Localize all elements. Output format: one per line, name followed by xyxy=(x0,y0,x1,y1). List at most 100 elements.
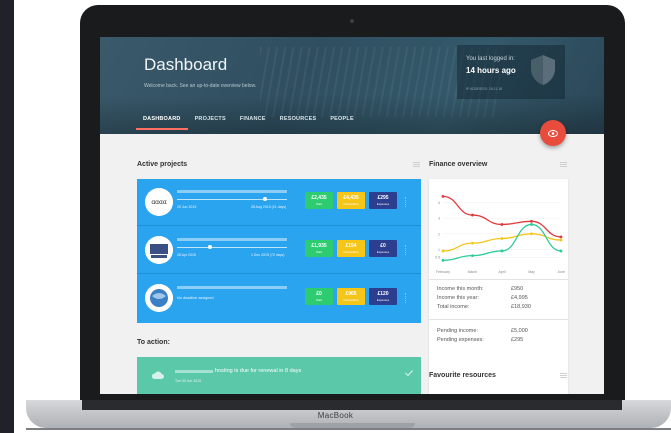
project-row[interactable]: 28 Apr 2015 1 Dec 2015 (72 days) £1,935 P… xyxy=(137,227,421,274)
series-point-0[interactable] xyxy=(471,213,474,217)
project-row[interactable]: ɑɑɑɑ 25 Jun 2015 28 Aug 2015 (21 days) £… xyxy=(137,179,421,226)
x-tick-label: June xyxy=(557,270,565,274)
project-end-date: 28 Aug 2015 (21 days) xyxy=(251,205,287,209)
row-menu-icon[interactable] xyxy=(405,245,409,255)
pending-income-value: £5,000 xyxy=(511,328,528,334)
series-line-2 xyxy=(442,223,562,261)
logo-image: ɑɑɑɑ xyxy=(145,188,173,216)
favourite-resources-card xyxy=(429,389,568,394)
tab-dashboard[interactable]: DASHBOARD xyxy=(136,116,188,130)
pending-expenses-value: £295 xyxy=(511,337,524,343)
expenses-badge: £295 Expenses xyxy=(369,192,397,209)
series-point-2[interactable] xyxy=(530,223,533,226)
eye-icon xyxy=(548,129,558,137)
divider xyxy=(429,279,568,280)
row-menu-icon[interactable] xyxy=(405,197,409,207)
x-tick-label: March xyxy=(468,270,478,274)
tab-projects[interactable]: PROJECTS xyxy=(188,116,233,130)
outstanding-badge: £965 Outstanding xyxy=(337,288,365,305)
y-tick-label: 2 xyxy=(438,232,440,236)
series-point-2[interactable] xyxy=(559,249,563,253)
x-tick-label: February xyxy=(436,270,450,274)
series-point-1[interactable] xyxy=(559,238,563,242)
main-tabs: DASHBOARD PROJECTS FINANCE RESOURCES PEO… xyxy=(136,116,361,130)
x-tick-label: April xyxy=(498,270,505,274)
series-point-2[interactable] xyxy=(500,249,504,253)
y-tick-label: 0.5 xyxy=(435,256,440,260)
outstanding-badge: £154 Outstanding xyxy=(337,240,365,257)
income-month-value: £950 xyxy=(511,286,524,292)
divider xyxy=(429,319,568,320)
series-point-0[interactable] xyxy=(441,194,445,198)
pending-expenses-label: Pending expenses: xyxy=(437,337,484,343)
background-strip xyxy=(0,0,14,433)
menu-icon[interactable] xyxy=(560,162,567,167)
page-title: Dashboard xyxy=(144,55,228,74)
series-point-2[interactable] xyxy=(471,254,474,258)
cloud-icon xyxy=(151,371,164,379)
favourite-resources-title: Favourite resources xyxy=(429,372,496,379)
logo-image xyxy=(145,284,173,312)
project-name-blurred xyxy=(177,286,287,289)
page-subtitle: Welcome back. See an up-to-date overview… xyxy=(144,83,257,89)
action-button[interactable] xyxy=(540,120,566,146)
finance-chart: 0.5 1 2 3 4 February March April May June xyxy=(435,194,565,274)
total-income-label: Total income: xyxy=(437,304,470,310)
project-start-date: 28 Apr 2015 xyxy=(177,253,196,257)
x-tick-label: May xyxy=(528,270,535,274)
menu-icon[interactable] xyxy=(413,162,420,167)
series-line-1 xyxy=(442,233,562,252)
project-logo xyxy=(145,236,173,264)
last-login-value: 14 hours ago xyxy=(466,66,516,75)
project-row[interactable]: No deadline assigned. £0 Paid £965 Outstan… xyxy=(137,275,421,322)
series-point-1[interactable] xyxy=(441,249,445,253)
finance-overview-title: Finance overview xyxy=(429,161,488,168)
finance-overview-card: 0.5 1 2 3 4 February March April May June Income … xyxy=(429,179,568,394)
project-logo: ɑɑɑɑ xyxy=(145,188,173,216)
shield-icon xyxy=(531,55,555,85)
laptop-base-lip xyxy=(82,400,622,410)
y-tick-label: 3 xyxy=(438,217,440,221)
project-timeline xyxy=(177,247,287,248)
series-point-1[interactable] xyxy=(471,241,474,245)
last-login-label: You last logged in: xyxy=(466,56,515,62)
check-icon[interactable] xyxy=(405,370,413,376)
action-item-text: hosting is due for renewal in 8 days xyxy=(215,368,302,374)
project-end-date: 1 Dec 2015 (72 days) xyxy=(251,253,285,257)
series-point-0[interactable] xyxy=(500,223,504,226)
svg-text:ɑɑɑɑ: ɑɑɑɑ xyxy=(151,199,167,206)
outstanding-badge: £4,435 Outstanding xyxy=(337,192,365,209)
header: Dashboard Welcome back. See an up-to-dat… xyxy=(100,37,604,134)
tab-people[interactable]: PEOPLE xyxy=(323,116,361,130)
tab-resources[interactable]: RESOURCES xyxy=(273,116,324,130)
income-month-label: Income this month: xyxy=(437,286,484,292)
action-item[interactable]: hosting is due for renewal in 8 days Tue… xyxy=(137,357,421,394)
row-menu-icon[interactable] xyxy=(405,293,409,303)
action-item-date: Tue 30 Jun 2015 xyxy=(175,379,202,383)
camera xyxy=(350,19,354,23)
menu-icon[interactable] xyxy=(560,373,567,378)
paid-badge: £1,935 Paid xyxy=(305,240,333,257)
active-projects-title: Active projects xyxy=(137,161,188,168)
project-logo xyxy=(145,284,173,312)
project-name-blurred xyxy=(177,190,287,193)
series-point-0[interactable] xyxy=(530,219,533,223)
project-deadline-note: No deadline assigned. xyxy=(177,296,215,300)
total-income-value: £18,930 xyxy=(511,304,531,310)
income-year-value: £4,995 xyxy=(511,295,528,301)
series-point-1[interactable] xyxy=(500,237,504,240)
paid-badge: £0 Paid xyxy=(305,288,333,305)
series-point-2[interactable] xyxy=(441,258,445,262)
brand-label: MacBook xyxy=(317,411,354,420)
y-tick-label: 1 xyxy=(438,248,440,252)
series-point-1[interactable] xyxy=(530,232,533,236)
project-progress-marker xyxy=(263,197,267,201)
tab-finance[interactable]: FINANCE xyxy=(233,116,273,130)
y-tick-label: 4 xyxy=(438,201,440,205)
logo-image xyxy=(145,236,173,264)
screen: Dashboard Welcome back. See an up-to-dat… xyxy=(100,37,604,394)
projects-list: ɑɑɑɑ 25 Jun 2015 28 Aug 2015 (21 days) £… xyxy=(137,179,421,323)
income-year-label: Income this year: xyxy=(437,295,479,301)
series-point-0[interactable] xyxy=(559,235,563,239)
last-login-panel: You last logged in: 14 hours ago IP ADDR… xyxy=(457,45,565,99)
